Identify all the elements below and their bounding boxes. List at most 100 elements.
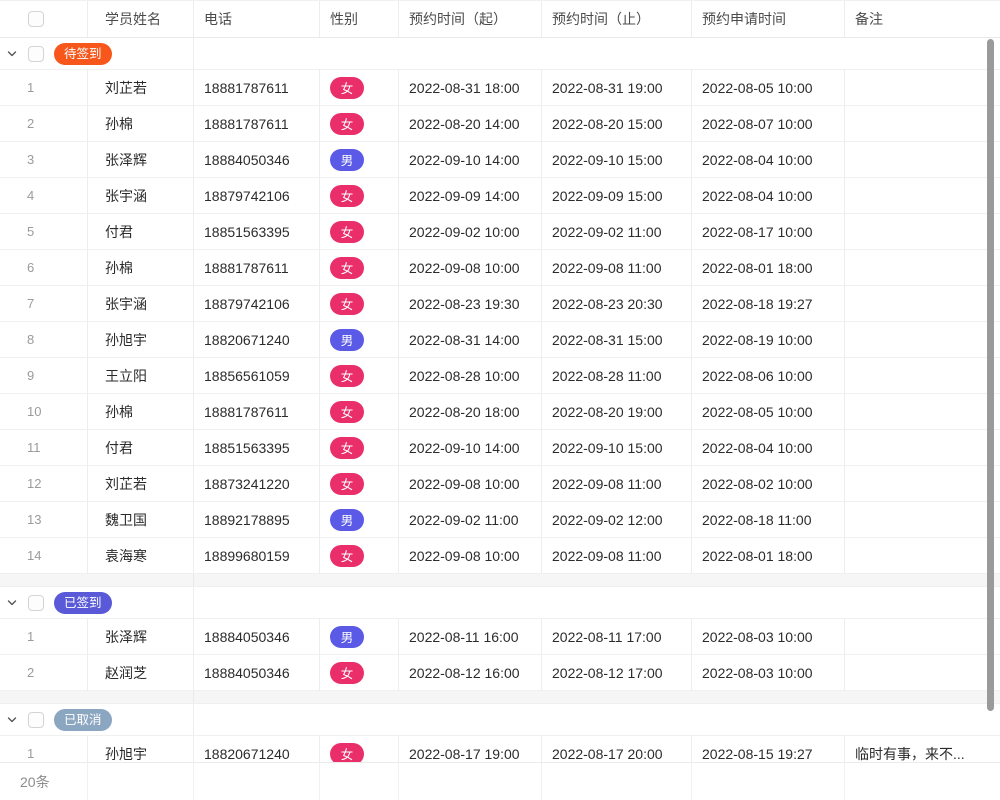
group-select-checkbox[interactable] [28,595,44,611]
gender-cell: 男 [320,619,399,654]
end-time-cell: 2022-08-12 17:00 [542,655,692,690]
table-footer: 20条 [0,762,1000,800]
phone-cell: 18884050346 [194,655,320,690]
apply-time-cell: 2022-08-07 10:00 [692,106,845,141]
row-index: 2 [0,106,88,141]
row-index: 4 [0,178,88,213]
table-row[interactable]: 4张宇涵18879742106女2022-09-09 14:002022-09-… [0,178,1000,214]
start-time-cell: 2022-08-12 16:00 [399,655,542,690]
select-all-checkbox[interactable] [28,11,44,27]
row-index: 3 [0,142,88,177]
phone-cell: 18851563395 [194,430,320,465]
table-row[interactable]: 2赵润芝18884050346女2022-08-12 16:002022-08-… [0,655,1000,691]
table-row[interactable]: 12刘芷若18873241220女2022-09-08 10:002022-09… [0,466,1000,502]
phone-cell: 18873241220 [194,466,320,501]
apply-time-cell: 2022-08-06 10:00 [692,358,845,393]
phone-cell: 18899680159 [194,538,320,573]
group-row[interactable]: 待签到 [0,38,1000,70]
col-header-start-time[interactable]: 预约时间（起） [399,1,542,37]
chevron-down-icon[interactable] [6,714,18,726]
table-row[interactable]: 11付君18851563395女2022-09-10 14:002022-09-… [0,430,1000,466]
table-row[interactable]: 2孙棉18881787611女2022-08-20 14:002022-08-2… [0,106,1000,142]
gender-cell: 女 [320,70,399,105]
student-name-cell: 王立阳 [88,358,194,393]
apply-time-cell: 2022-08-01 18:00 [692,538,845,573]
phone-cell: 18879742106 [194,286,320,321]
table-row[interactable]: 9王立阳18856561059女2022-08-28 10:002022-08-… [0,358,1000,394]
table-row[interactable]: 1张泽辉18884050346男2022-08-11 16:002022-08-… [0,619,1000,655]
gender-badge: 女 [330,365,364,387]
table-row[interactable]: 10孙棉18881787611女2022-08-20 18:002022-08-… [0,394,1000,430]
gender-badge: 女 [330,401,364,423]
col-header-phone[interactable]: 电话 [194,1,320,37]
apply-time-cell: 2022-08-19 10:00 [692,322,845,357]
phone-cell: 18892178895 [194,502,320,537]
end-time-cell: 2022-09-08 11:00 [542,538,692,573]
table-row[interactable]: 5付君18851563395女2022-09-02 10:002022-09-0… [0,214,1000,250]
col-header-gender[interactable]: 性别 [320,1,399,37]
gender-cell: 女 [320,286,399,321]
student-name-cell: 赵润芝 [88,655,194,690]
table-row[interactable]: 3张泽辉18884050346男2022-09-10 14:002022-09-… [0,142,1000,178]
gender-cell: 女 [320,538,399,573]
gender-cell: 女 [320,214,399,249]
student-name-cell: 孙棉 [88,250,194,285]
table-row[interactable]: 1刘芷若18881787611女2022-08-31 18:002022-08-… [0,70,1000,106]
gender-cell: 女 [320,394,399,429]
apply-time-cell: 2022-08-03 10:00 [692,655,845,690]
student-name-cell: 孙棉 [88,106,194,141]
appointment-table: 学员姓名 电话 性别 预约时间（起） 预约时间（止） 预约申请时间 备注 待签到… [0,0,1000,800]
col-header-end-time[interactable]: 预约时间（止） [542,1,692,37]
group-select-checkbox[interactable] [28,46,44,62]
col-header-student-name[interactable]: 学员姓名 [88,1,194,37]
phone-cell: 18881787611 [194,70,320,105]
apply-time-cell: 2022-08-18 19:27 [692,286,845,321]
table-row[interactable]: 14袁海寒18899680159女2022-09-08 10:002022-09… [0,538,1000,574]
gender-cell: 男 [320,502,399,537]
remark-cell [845,619,1000,654]
group-select-checkbox[interactable] [28,712,44,728]
student-name-cell: 魏卫国 [88,502,194,537]
table-row[interactable]: 8孙旭宇18820671240男2022-08-31 14:002022-08-… [0,322,1000,358]
col-header-apply-time[interactable]: 预约申请时间 [692,1,845,37]
gender-badge: 女 [330,437,364,459]
start-time-cell: 2022-08-23 19:30 [399,286,542,321]
end-time-cell: 2022-08-11 17:00 [542,619,692,654]
end-time-cell: 2022-09-10 15:00 [542,142,692,177]
gender-badge: 女 [330,185,364,207]
remark-cell [845,358,1000,393]
row-index: 9 [0,358,88,393]
row-index: 13 [0,502,88,537]
phone-cell: 18851563395 [194,214,320,249]
start-time-cell: 2022-09-10 14:00 [399,430,542,465]
gender-badge: 女 [330,77,364,99]
group-row[interactable]: 已签到 [0,587,1000,619]
student-name-cell: 张宇涵 [88,178,194,213]
col-header-remark[interactable]: 备注 [845,1,1000,37]
group-row[interactable]: 已取消 [0,704,1000,736]
table-row[interactable]: 13魏卫国18892178895男2022-09-02 11:002022-09… [0,502,1000,538]
table-row[interactable]: 6孙棉18881787611女2022-09-08 10:002022-09-0… [0,250,1000,286]
remark-cell [845,466,1000,501]
gender-badge: 女 [330,662,364,684]
chevron-down-icon[interactable] [6,48,18,60]
gender-badge: 女 [330,545,364,567]
student-name-cell: 张泽辉 [88,142,194,177]
apply-time-cell: 2022-08-04 10:00 [692,142,845,177]
row-index: 5 [0,214,88,249]
table-row[interactable]: 7张宇涵18879742106女2022-08-23 19:302022-08-… [0,286,1000,322]
end-time-cell: 2022-09-10 15:00 [542,430,692,465]
start-time-cell: 2022-09-09 14:00 [399,178,542,213]
gender-cell: 女 [320,655,399,690]
start-time-cell: 2022-08-20 14:00 [399,106,542,141]
chevron-down-icon[interactable] [6,597,18,609]
gender-cell: 男 [320,322,399,357]
end-time-cell: 2022-09-08 11:00 [542,250,692,285]
remark-cell [845,538,1000,573]
gender-badge: 女 [330,257,364,279]
apply-time-cell: 2022-08-18 11:00 [692,502,845,537]
end-time-cell: 2022-08-31 19:00 [542,70,692,105]
row-index: 10 [0,394,88,429]
gender-badge: 男 [330,149,364,171]
vertical-scrollbar-thumb[interactable] [987,39,994,711]
